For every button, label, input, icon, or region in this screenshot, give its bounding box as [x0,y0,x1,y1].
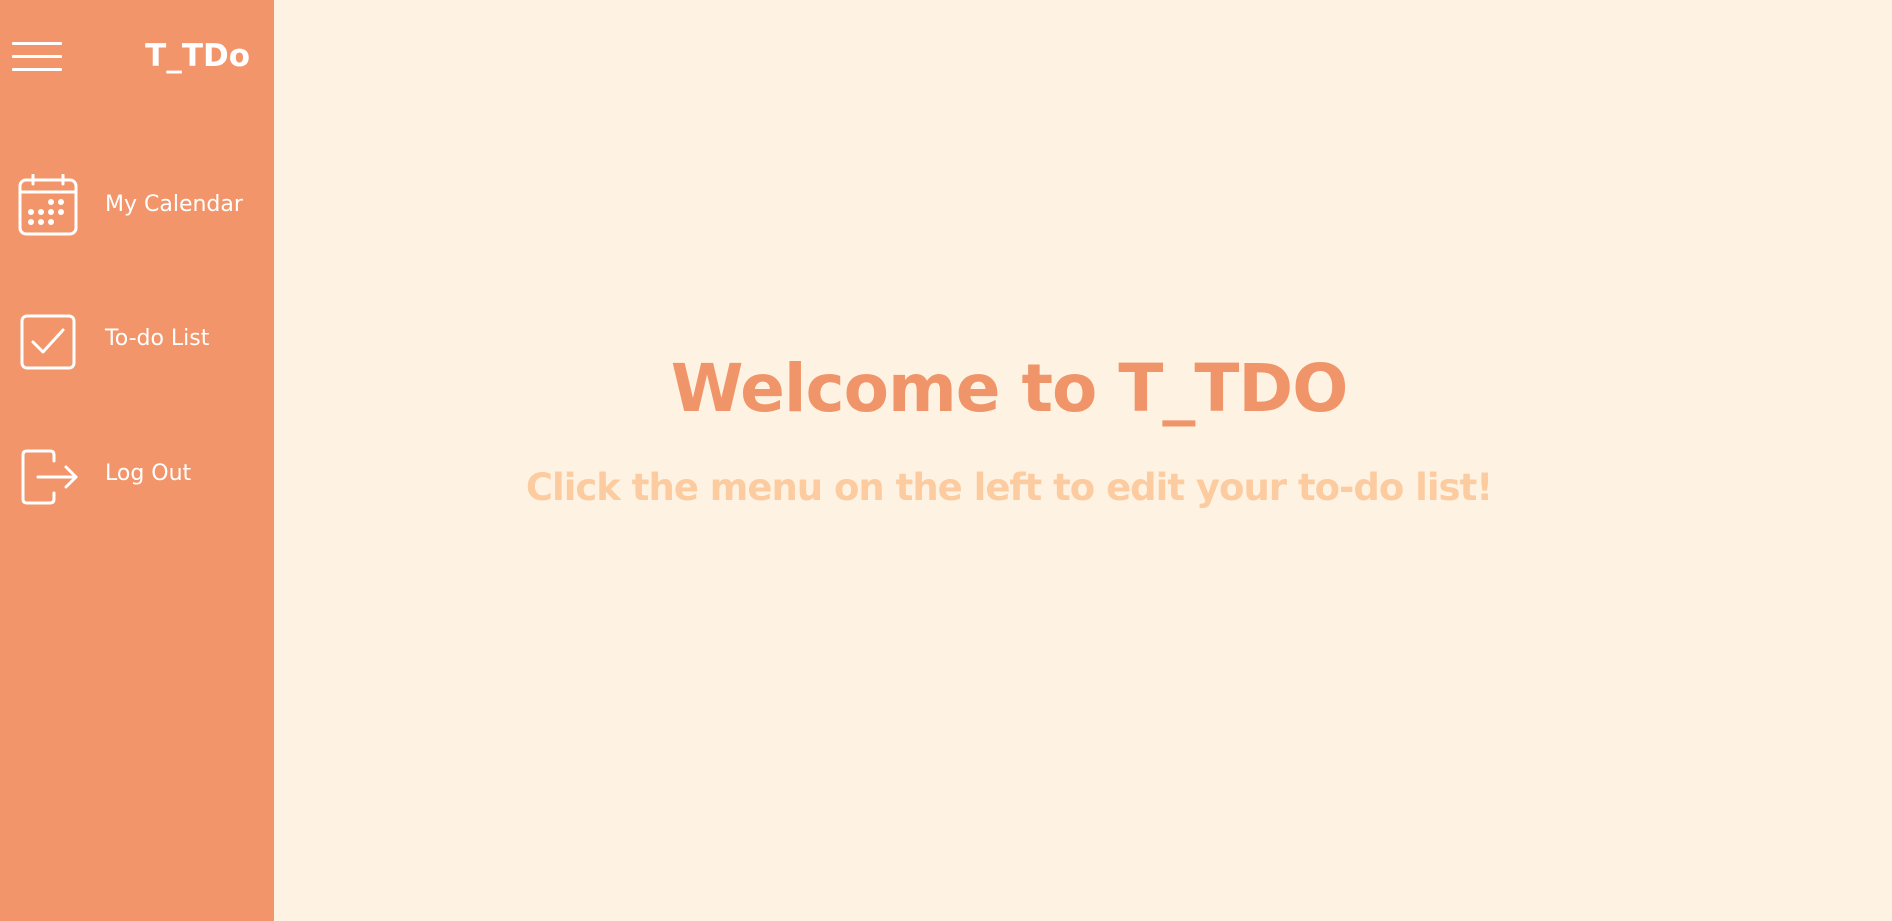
logout-icon [18,443,80,505]
menu-bar-middle [12,55,62,58]
sidebar-item-my-calendar[interactable]: My Calendar [0,164,274,244]
hamburger-menu-icon[interactable] [12,40,64,74]
sidebar-item-label: Log Out [105,461,192,486]
page-subtitle: Click the menu on the left to edit your … [525,466,1493,509]
menu-bar-top [12,42,62,45]
calendar-icon [18,173,80,236]
page-title: Welcome to T_TDO [670,350,1349,427]
main-content: Welcome to T_TDO Click the menu on the l… [274,0,1892,921]
sidebar: T_TDo My Calendar To-do List Log Out [0,0,274,921]
menu-bar-bottom [12,68,62,71]
sidebar-item-log-out[interactable]: Log Out [0,433,274,513]
sidebar-item-label: My Calendar [105,192,243,217]
checkbox-icon [18,308,80,370]
sidebar-item-label: To-do List [105,326,210,351]
app-brand: T_TDo [145,38,250,74]
sidebar-item-to-do-list[interactable]: To-do List [0,298,274,378]
app-window: T_TDo My Calendar To-do List Log Out Wel… [0,0,1892,921]
